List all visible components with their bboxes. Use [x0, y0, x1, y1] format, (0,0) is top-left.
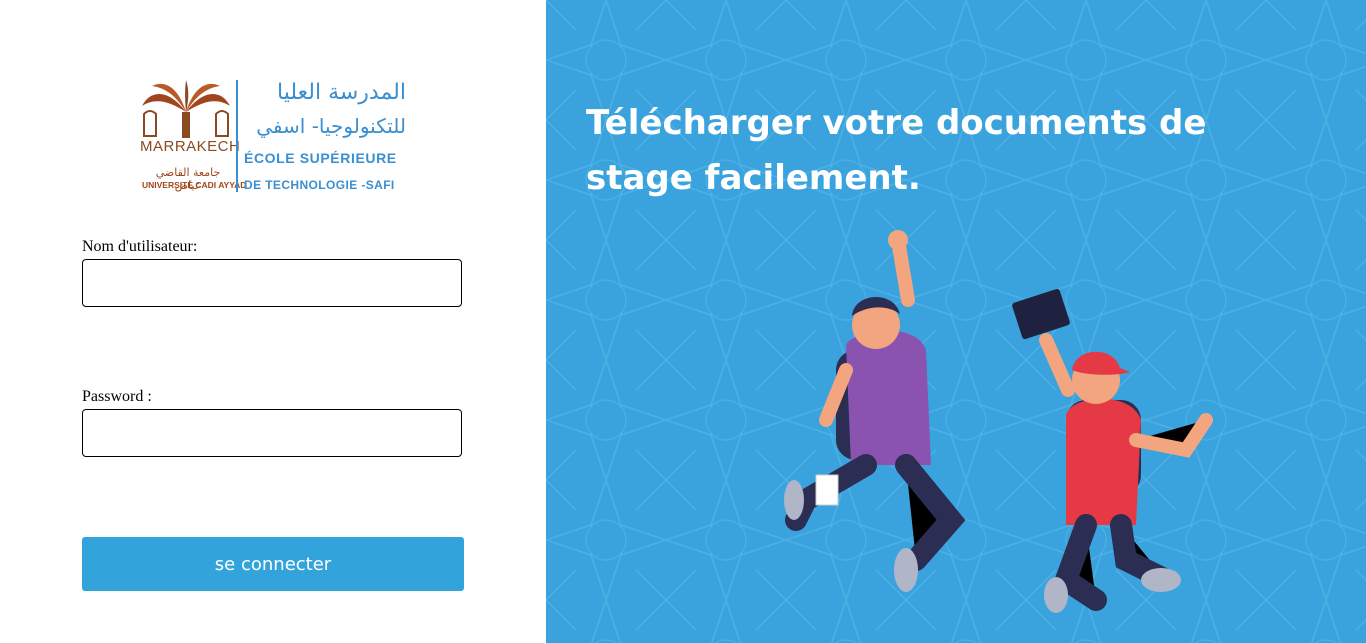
password-input[interactable]	[82, 409, 462, 457]
hero-headline: Télécharger votre documents de stage fac…	[586, 103, 1207, 198]
logo-french-line2: DE TECHNOLOGIE -SAFI	[244, 178, 395, 192]
logo-french-line1: ÉCOLE SUPÉRIEURE	[244, 150, 397, 166]
login-button[interactable]: se connecter	[82, 537, 464, 591]
student-red-figure	[1012, 288, 1213, 613]
logo-arabic-line2: للتكنولوجيا- اسفي	[256, 114, 406, 138]
logo-arabic-line1: المدرسة العليا	[277, 80, 406, 105]
logo-divider	[236, 80, 238, 192]
logo-city: MARRAKECH	[140, 138, 241, 155]
username-input[interactable]	[82, 259, 462, 307]
hero-panel: Télécharger votre documents de stage fac…	[546, 0, 1366, 643]
login-panel: MARRAKECH جامعة القاضي عياض UNIVERSITÉ C…	[0, 0, 546, 643]
palm-emblem-icon	[142, 80, 230, 138]
student-purple-figure	[784, 230, 966, 592]
password-label: Password :	[82, 388, 152, 405]
username-label: Nom d'utilisateur:	[82, 238, 198, 255]
jumping-students-illustration	[784, 230, 1213, 613]
school-logo: MARRAKECH جامعة القاضي عياض UNIVERSITÉ C…	[138, 78, 410, 196]
logo-university: UNIVERSITÉ CADI AYYAD	[142, 180, 247, 190]
